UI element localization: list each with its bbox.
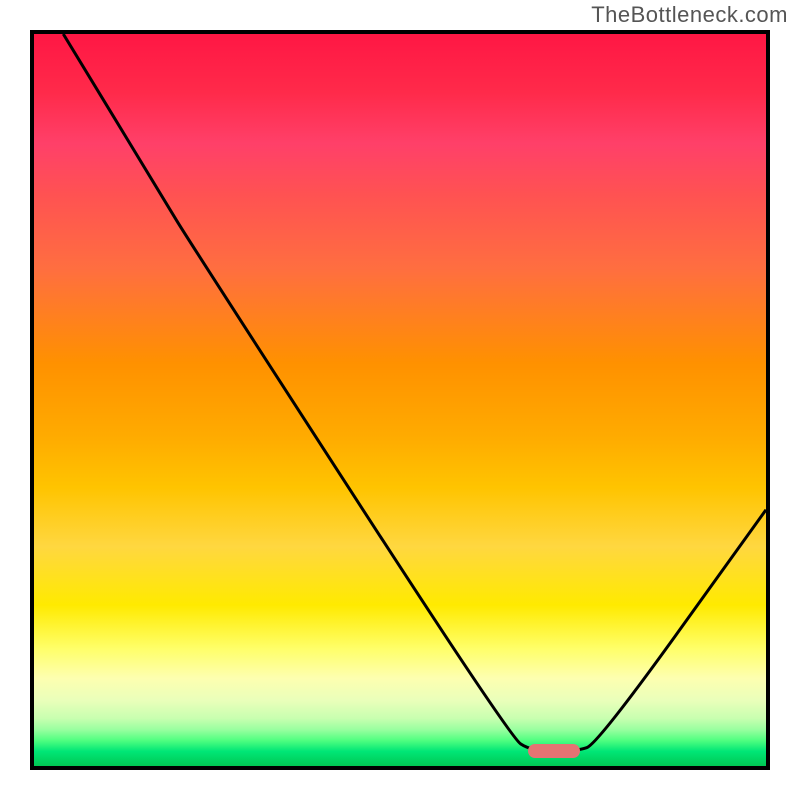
chart-plot-area xyxy=(30,30,770,770)
optimal-range-marker xyxy=(528,744,580,758)
bottleneck-curve-svg xyxy=(34,34,766,766)
watermark-text: TheBottleneck.com xyxy=(591,2,788,28)
bottleneck-curve-line xyxy=(63,34,766,751)
